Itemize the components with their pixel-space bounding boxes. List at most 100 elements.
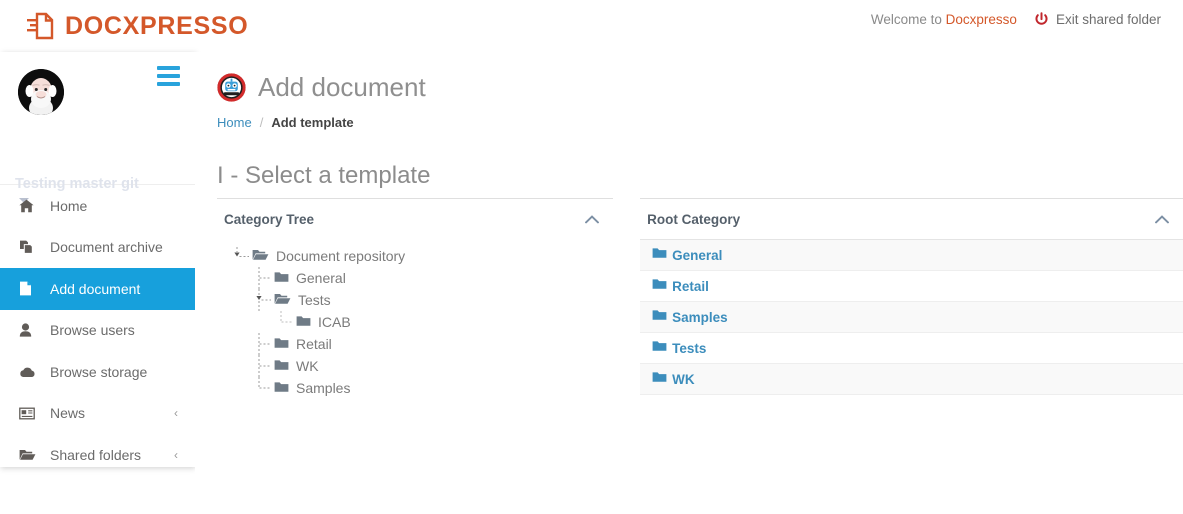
panels-container: Category Tree Document repository Genera… <box>195 198 1183 399</box>
document-export-icon <box>26 11 54 41</box>
welcome-prefix: Welcome to <box>870 12 946 27</box>
chevron-up-icon[interactable] <box>1155 215 1169 224</box>
tree-connector <box>252 289 274 311</box>
open-folder-icon <box>252 248 269 264</box>
brand-name: DOCXPRESSO <box>65 11 249 40</box>
sidebar-user-panel: Testing master git <box>0 52 195 203</box>
welcome-brand-name: Docxpresso <box>945 12 1017 27</box>
category-row-samples[interactable]: Samples <box>640 302 1183 333</box>
sidebar-item-browse-storage[interactable]: Browse storage <box>0 351 195 393</box>
category-tree-title: Category Tree <box>224 212 315 227</box>
tree-node-label[interactable]: Retail <box>296 336 332 352</box>
category-row-general[interactable]: General <box>640 240 1183 271</box>
page-header: Add document <box>195 52 1183 103</box>
tree-node-label[interactable]: WK <box>296 358 319 374</box>
category-row-retail[interactable]: Retail <box>640 271 1183 302</box>
sidebar-item-browse-users[interactable]: Browse users <box>0 310 195 352</box>
folder-icon <box>652 246 667 264</box>
tree-node-label[interactable]: Tests <box>298 292 331 308</box>
tree-node-label[interactable]: Samples <box>296 380 350 396</box>
copy-files-icon <box>19 240 38 255</box>
category-name[interactable]: Retail <box>672 279 709 294</box>
folder-icon <box>652 277 667 295</box>
category-tree: Document repository General Tests ICAB R… <box>217 239 613 399</box>
open-folder-icon <box>274 292 291 308</box>
user-icon <box>19 323 38 337</box>
tree-node-document-repository[interactable]: Document repository <box>230 245 613 267</box>
main-content: Add document Home / Add template I - Sel… <box>195 52 1183 514</box>
cloud-icon <box>19 366 38 378</box>
top-bar-right: Welcome to Docxpresso Exit shared folder <box>871 12 1161 27</box>
sidebar-item-label: Browse storage <box>50 363 148 380</box>
file-icon <box>19 281 38 296</box>
sidebar-item-label: Shared folders <box>50 446 142 463</box>
folder-icon <box>652 308 667 326</box>
sidebar-item-label: Add document <box>50 280 141 297</box>
folder-icon <box>274 358 289 374</box>
folder-icon <box>296 314 311 330</box>
tree-node-label[interactable]: ICAB <box>318 314 351 330</box>
tree-connector <box>274 311 296 333</box>
sidebar-item-shared-folders[interactable]: Shared folders ‹ <box>0 434 195 476</box>
hamburger-icon[interactable] <box>157 66 180 86</box>
top-bar: DOCXPRESSO Welcome to Docxpresso Exit sh… <box>0 0 1183 52</box>
tree-node-retail[interactable]: Retail <box>230 333 613 355</box>
category-row-wk[interactable]: WK <box>640 364 1183 395</box>
sidebar-item-add-document[interactable]: Add document <box>0 268 195 310</box>
category-name[interactable]: Tests <box>672 341 706 356</box>
category-name[interactable]: General <box>672 248 722 263</box>
folder-icon <box>274 270 289 286</box>
welcome-text: Welcome to Docxpresso <box>871 12 1017 27</box>
root-category-panel: Root Category General Retail Samples Tes… <box>640 198 1183 399</box>
tree-node-label[interactable]: Document repository <box>276 248 405 264</box>
tree-connector <box>252 333 274 355</box>
category-name[interactable]: Samples <box>672 310 728 325</box>
breadcrumb-separator: / <box>259 115 264 130</box>
tree-connector <box>252 267 274 289</box>
robot-badge-logo-icon <box>217 73 246 102</box>
exit-shared-folder-label: Exit shared folder <box>1055 12 1161 27</box>
breadcrumb: Home / Add template <box>217 115 1183 130</box>
tree-node-general[interactable]: General <box>230 267 613 289</box>
avatar[interactable] <box>18 69 64 115</box>
root-category-header[interactable]: Root Category <box>640 198 1183 239</box>
tree-node-samples[interactable]: Samples <box>230 377 613 399</box>
home-icon <box>19 199 38 213</box>
chevron-left-icon: ‹ <box>174 447 178 462</box>
tree-node-wk[interactable]: WK <box>230 355 613 377</box>
sidebar-item-label: Document archive <box>50 239 163 256</box>
section-title: I - Select a template <box>217 162 431 189</box>
category-tree-header[interactable]: Category Tree <box>217 198 614 239</box>
sidebar-item-home[interactable]: Home <box>0 185 195 227</box>
sidebar: Testing master git Home Document archive <box>0 52 195 467</box>
sidebar-item-label: Browse users <box>50 322 135 339</box>
folder-icon <box>652 339 667 357</box>
breadcrumb-current: Add template <box>271 115 354 130</box>
folder-icon <box>274 380 289 396</box>
tree-connector <box>252 377 274 399</box>
chevron-left-icon: ‹ <box>174 406 178 421</box>
category-tree-panel: Category Tree Document repository Genera… <box>217 198 614 399</box>
sidebar-item-label: Home <box>50 197 88 214</box>
root-category-list: General Retail Samples Tests WK <box>640 239 1183 395</box>
open-folder-icon <box>19 448 38 461</box>
sidebar-item-document-archive[interactable]: Document archive <box>0 227 195 269</box>
tree-node-label[interactable]: General <box>296 270 346 286</box>
folder-icon <box>652 370 667 388</box>
power-icon <box>1034 12 1049 27</box>
exit-shared-folder-button[interactable]: Exit shared folder <box>1034 12 1161 27</box>
tree-node-icab[interactable]: ICAB <box>230 311 613 333</box>
category-name[interactable]: WK <box>672 372 695 387</box>
chevron-up-icon[interactable] <box>585 215 600 224</box>
newspaper-icon <box>19 407 38 420</box>
tree-node-tests[interactable]: Tests <box>230 289 613 311</box>
folder-icon <box>274 336 289 352</box>
breadcrumb-home-link[interactable]: Home <box>217 115 252 130</box>
sidebar-item-label: News <box>50 405 86 422</box>
brand-logo[interactable]: DOCXPRESSO <box>26 11 248 41</box>
sidebar-nav: Home Document archive Add document Brows… <box>0 185 195 476</box>
sidebar-item-news[interactable]: News ‹ <box>0 393 195 435</box>
category-row-tests[interactable]: Tests <box>640 333 1183 364</box>
tree-connector <box>230 245 252 267</box>
page-title: Add document <box>258 72 426 102</box>
